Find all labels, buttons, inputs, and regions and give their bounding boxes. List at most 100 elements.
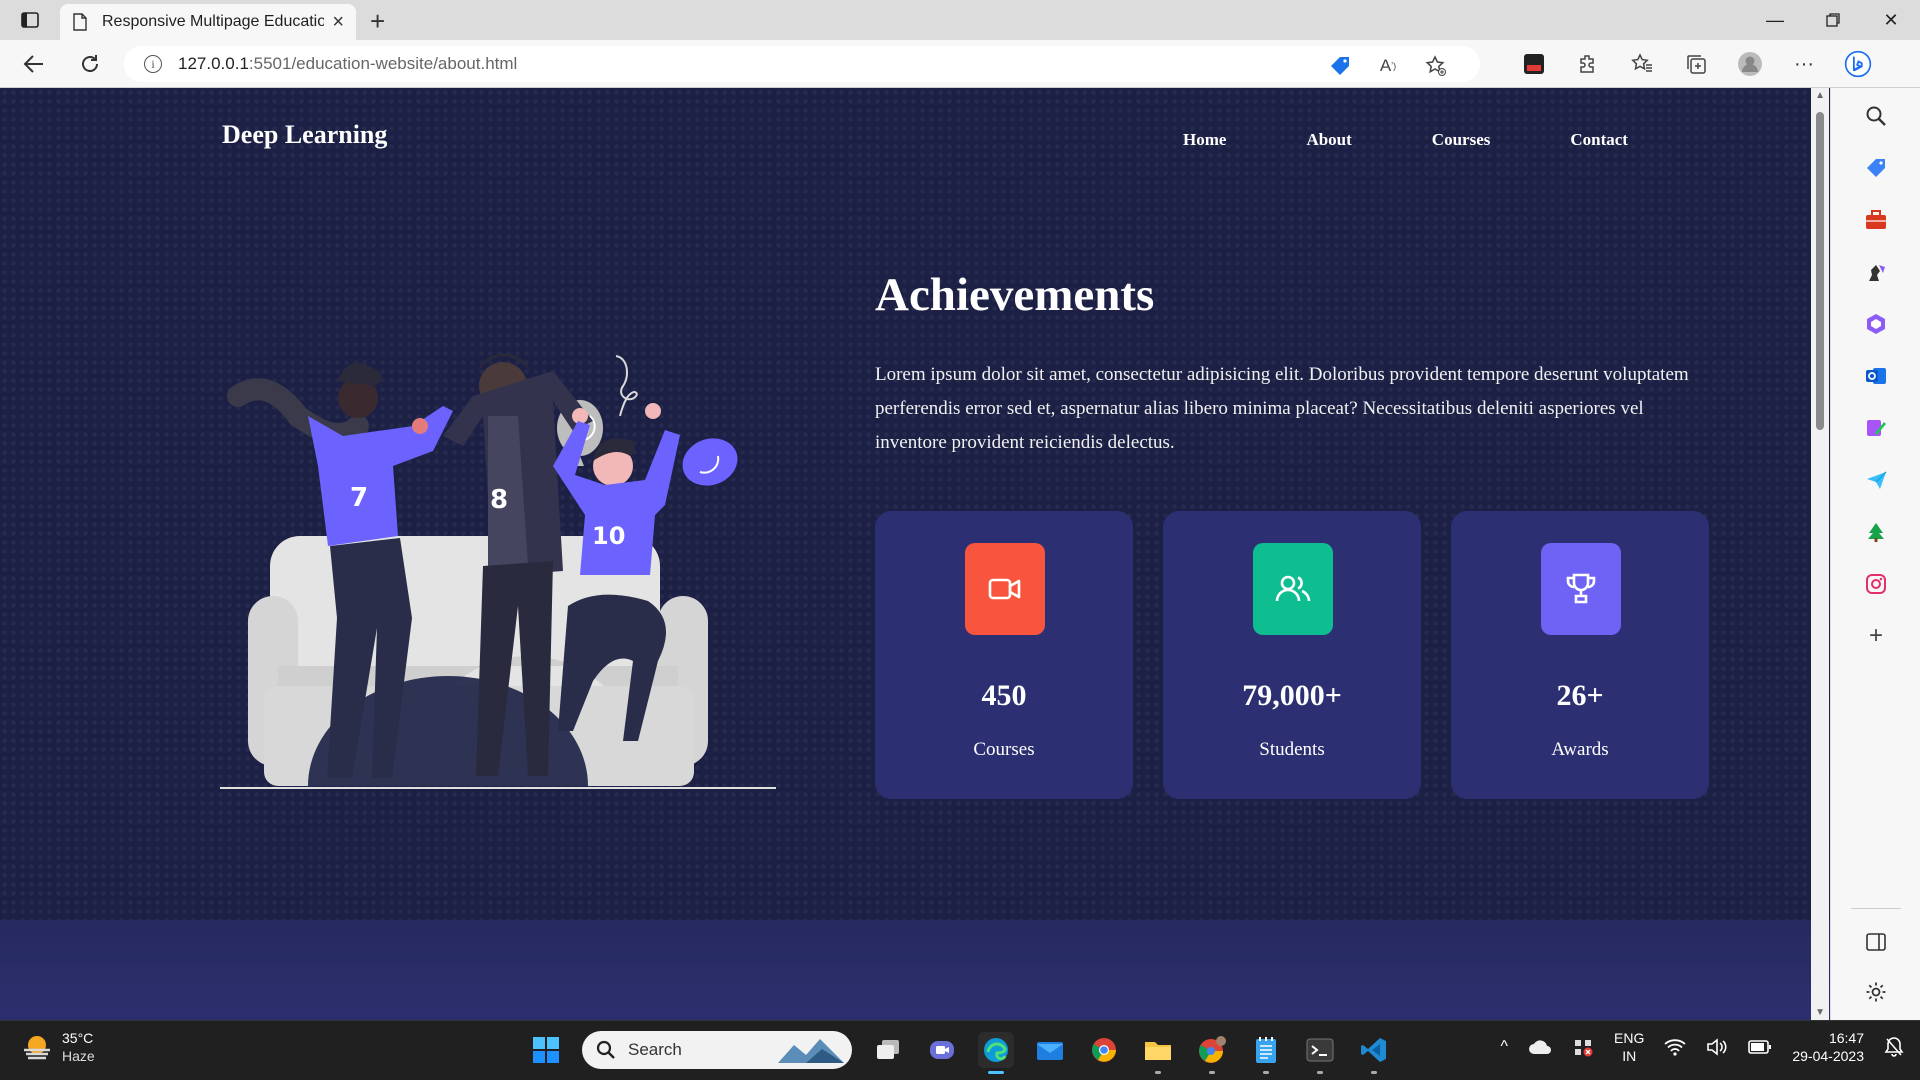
minimize-icon[interactable]: — xyxy=(1746,0,1804,40)
close-window-icon[interactable]: ✕ xyxy=(1862,0,1920,40)
teams-meet-icon[interactable] xyxy=(924,1032,960,1068)
read-aloud-icon[interactable]: A ʼ) xyxy=(1374,52,1402,80)
scroll-down-icon[interactable]: ▼ xyxy=(1815,1007,1825,1018)
stat-card-awards: 26+ Awards xyxy=(1451,511,1709,799)
refresh-icon[interactable] xyxy=(76,50,104,78)
stat-card-students: 79,000+ Students xyxy=(1163,511,1421,799)
back-icon[interactable] xyxy=(20,50,48,78)
extensions-icon[interactable] xyxy=(1574,50,1602,78)
tab-bar: Responsive Multipage Education × + — ✕ xyxy=(0,0,1920,40)
weather-widget[interactable]: 35°C Haze xyxy=(20,1029,95,1065)
task-view-icon[interactable] xyxy=(870,1032,906,1068)
search-icon xyxy=(596,1040,615,1059)
site-brand[interactable]: Deep Learning xyxy=(222,120,387,150)
windows-start-icon[interactable] xyxy=(528,1032,564,1068)
notification-bell-icon[interactable] xyxy=(1884,1036,1904,1058)
taskbar-search[interactable]: Search xyxy=(582,1031,852,1069)
jersey-8: 8 xyxy=(490,485,508,515)
wifi-icon[interactable] xyxy=(1664,1038,1686,1056)
collections-icon[interactable] xyxy=(1682,50,1710,78)
office-icon[interactable] xyxy=(1862,310,1890,338)
sidebar-divider xyxy=(1851,908,1901,909)
system-tray: ^ ENG IN 16:47 29-04-2023 xyxy=(1501,1029,1904,1065)
tab-title: Responsive Multipage Education xyxy=(102,13,325,30)
achievements-title: Achievements xyxy=(875,269,1155,321)
shopping-icon[interactable] xyxy=(1862,154,1890,182)
celebration-illustration: 7 8 10 xyxy=(220,353,776,789)
weather-temperature: 35°C xyxy=(62,1030,94,1046)
windows-taskbar: 35°C Haze Search ^ ENG IN 16:47 29-04-20… xyxy=(0,1020,1920,1080)
stat-value: 79,000+ xyxy=(1242,679,1342,712)
notepad-icon[interactable] xyxy=(1248,1032,1284,1074)
next-section-band xyxy=(0,920,1830,1020)
extension-offer-icon[interactable] xyxy=(1520,50,1548,78)
terminal-icon[interactable] xyxy=(1302,1032,1338,1074)
outlook-icon[interactable] xyxy=(1862,362,1890,390)
bing-copilot-icon[interactable] xyxy=(1844,50,1872,78)
scroll-up-icon[interactable]: ▲ xyxy=(1815,90,1825,101)
close-tab-icon[interactable]: × xyxy=(332,11,344,34)
search-highlight-icon xyxy=(778,1039,844,1063)
instagram-icon[interactable] xyxy=(1862,570,1890,598)
more-options-icon[interactable]: ··· xyxy=(1790,50,1818,78)
tab-actions-icon[interactable] xyxy=(18,8,42,32)
page-icon xyxy=(73,13,87,31)
site-info-icon[interactable]: i xyxy=(144,55,162,73)
stat-label: Students xyxy=(1259,739,1325,760)
favorites-icon[interactable] xyxy=(1628,50,1656,78)
window-controls: — ✕ xyxy=(1746,0,1920,40)
new-tab-button[interactable]: + xyxy=(370,6,385,37)
file-explorer-icon[interactable] xyxy=(1140,1032,1176,1074)
url-field[interactable]: i 127.0.0.1:5501/education-website/about… xyxy=(124,46,1480,82)
shopping-tag-icon[interactable] xyxy=(1326,52,1354,80)
nav-about[interactable]: About xyxy=(1306,130,1351,150)
edge-browser-icon[interactable] xyxy=(978,1032,1014,1074)
stat-label: Awards xyxy=(1551,739,1609,760)
designer-icon[interactable] xyxy=(1862,414,1890,442)
profile-avatar-icon[interactable] xyxy=(1736,50,1764,78)
hide-sidebar-icon[interactable] xyxy=(1862,928,1890,956)
achievements-description: Lorem ipsum dolor sit amet, consectetur … xyxy=(875,364,1689,453)
page-viewport: Deep Learning Home About Courses Contact… xyxy=(0,88,1830,1020)
taskbar-search-label: Search xyxy=(628,1040,682,1059)
tools-icon[interactable] xyxy=(1862,206,1890,234)
stat-card-courses: 450 Courses xyxy=(875,511,1133,799)
address-bar: i 127.0.0.1:5501/education-website/about… xyxy=(0,40,1920,88)
mail-icon[interactable] xyxy=(1032,1032,1068,1068)
language-indicator[interactable]: ENG IN xyxy=(1614,1029,1644,1065)
users-icon xyxy=(1253,543,1333,635)
edge-sidebar: + xyxy=(1830,88,1920,1020)
chrome-icon[interactable] xyxy=(1086,1032,1122,1068)
stat-label: Courses xyxy=(973,739,1035,760)
scroll-thumb[interactable] xyxy=(1816,112,1824,430)
nav-home[interactable]: Home xyxy=(1183,130,1226,150)
haze-sun-icon xyxy=(24,1036,50,1060)
nav-courses[interactable]: Courses xyxy=(1432,130,1491,150)
chrome-profile-icon[interactable] xyxy=(1194,1032,1230,1074)
active-tab[interactable]: Responsive Multipage Education × xyxy=(60,4,356,40)
tree-icon[interactable] xyxy=(1862,518,1890,546)
vscode-icon[interactable] xyxy=(1356,1032,1392,1074)
add-sidebar-app-icon[interactable]: + xyxy=(1862,622,1890,650)
show-hidden-icons-icon[interactable]: ^ xyxy=(1501,1038,1509,1056)
network-alert-icon[interactable] xyxy=(1572,1037,1594,1057)
onedrive-cloud-icon[interactable] xyxy=(1528,1039,1552,1055)
games-icon[interactable] xyxy=(1862,258,1890,286)
send-icon[interactable] xyxy=(1862,466,1890,494)
site-nav: Home About Courses Contact xyxy=(1183,130,1628,150)
stats-cards: 450 Courses 79,000+ Students 26+ Awards xyxy=(875,511,1709,799)
stat-value: 26+ xyxy=(1556,679,1604,712)
search-icon[interactable] xyxy=(1862,102,1890,130)
weather-description: Haze xyxy=(62,1048,95,1064)
restore-icon[interactable] xyxy=(1804,0,1862,40)
trophy-icon xyxy=(1541,543,1621,635)
clock[interactable]: 16:47 29-04-2023 xyxy=(1792,1029,1864,1065)
jersey-10: 10 xyxy=(592,522,625,550)
jersey-7: 7 xyxy=(350,483,368,513)
nav-contact[interactable]: Contact xyxy=(1570,130,1628,150)
url-text: 127.0.0.1:5501/education-website/about.h… xyxy=(178,54,518,73)
volume-icon[interactable] xyxy=(1706,1038,1728,1056)
add-favorite-icon[interactable] xyxy=(1422,52,1450,80)
settings-gear-icon[interactable] xyxy=(1862,978,1890,1006)
battery-icon[interactable] xyxy=(1748,1040,1772,1054)
